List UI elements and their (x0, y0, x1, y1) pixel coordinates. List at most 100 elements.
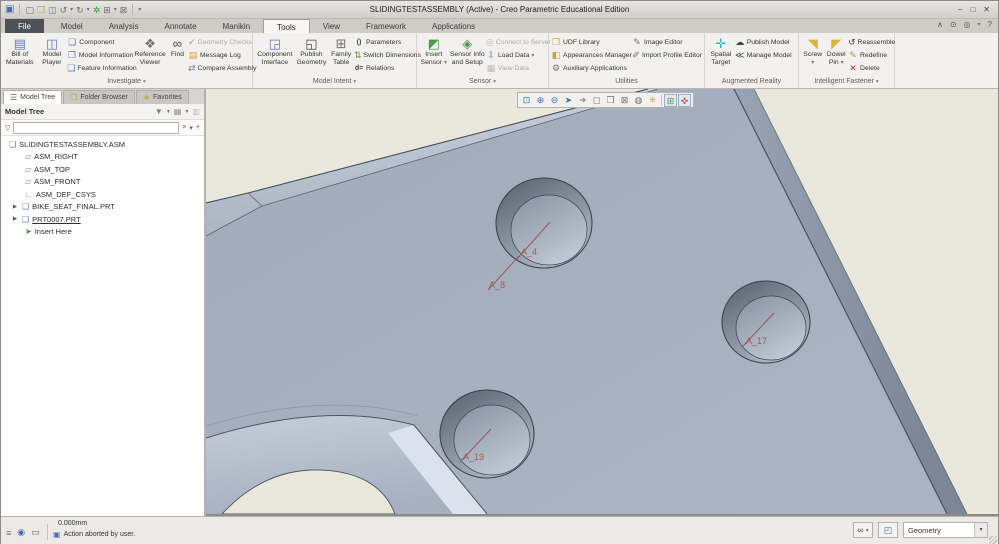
save-icon[interactable]: ◫ (48, 4, 57, 16)
tree-item-asm-def-csys[interactable]: ∟ ASM_DEF_CSYS (1, 188, 204, 201)
tree-search-input[interactable] (13, 121, 180, 134)
cad-scene[interactable]: A_4 A_8 A_17 A_19 (205, 88, 998, 515)
delete-button[interactable]: ✕ Delete (848, 62, 892, 75)
tab-folder-browser[interactable]: ❒ Folder Browser (63, 90, 135, 104)
view-tree-icon[interactable]: ⊞ (664, 93, 677, 107)
compare-assembly-button[interactable]: ⇄ Compare Assembly (188, 62, 256, 75)
collapse-ribbon-icon[interactable]: ∧ (937, 20, 943, 29)
repaint-icon[interactable]: ➤ (562, 94, 575, 107)
qat-overflow-icon[interactable]: ▾ (138, 6, 141, 13)
tab-annotate[interactable]: Annotate (151, 19, 209, 33)
undo-dropdown-icon[interactable]: ▾ (70, 6, 73, 13)
image-editor-button[interactable]: ✎ Image Editor (632, 36, 702, 49)
reference-viewer-button[interactable]: ❖ Reference Viewer (133, 35, 167, 68)
search-model-button[interactable]: ∞ ▾ (853, 522, 873, 538)
sensor-info-button[interactable]: ◈ Sensor Info and Setup (449, 35, 486, 68)
tab-framework[interactable]: Framework (353, 19, 419, 33)
search-options-dropdown-icon[interactable]: ▾ (189, 124, 193, 132)
capture-icon[interactable]: ⊠ (618, 94, 631, 107)
spatial-target-button[interactable]: ✛ Spatial Target (707, 35, 735, 68)
manage-model-button[interactable]: ≪ Manage Model (735, 49, 796, 62)
tab-favorites[interactable]: ★ Favorites (135, 90, 189, 104)
3d-viewport[interactable]: A_4 A_8 A_17 A_19 ⊡ ⊕ ⊖ ➤ ➜ ◻ ❒ ⊠ ◍ ✳ ⊞ (205, 88, 998, 516)
filter-dropdown-arrow-icon[interactable]: ▾ (974, 523, 987, 537)
publish-model-button[interactable]: ☁ Publish Model (735, 36, 796, 49)
funnel-icon[interactable]: ▽ (5, 124, 10, 132)
expand-arrow-icon[interactable]: ▶ (11, 204, 19, 210)
bill-of-materials-button[interactable]: ▤ Bill of Materials (3, 35, 37, 68)
zoom-out-icon[interactable]: ⊖ (548, 94, 561, 107)
message-log-button[interactable]: ▤ Message Log (188, 49, 250, 62)
redo-dropdown-icon[interactable]: ▾ (87, 6, 90, 13)
saved-orientations-icon[interactable]: ❒ (604, 94, 617, 107)
tab-tools[interactable]: Tools (263, 19, 310, 33)
dowel-pin-button[interactable]: ◤ Dowel Pin ▾ (825, 35, 849, 68)
zoom-in-icon[interactable]: ⊕ (534, 94, 547, 107)
search-icon[interactable]: ⊙ (950, 20, 957, 29)
group-label-utilities[interactable]: Utilities (549, 76, 704, 88)
redefine-button[interactable]: ✎ Redefine (848, 49, 892, 62)
import-profile-editor-button[interactable]: ✐ Import Profile Editor (632, 49, 702, 62)
select-box-button[interactable]: ◰ (878, 522, 898, 538)
group-label-investigate[interactable]: Investigate ▾ (1, 76, 252, 88)
udf-library-button[interactable]: ❒ UDF Library (551, 36, 632, 49)
hole-a19[interactable] (439, 389, 535, 479)
tab-view[interactable]: View (310, 19, 353, 33)
window-switch-icon[interactable]: ⊞ (103, 4, 111, 16)
toggle-model-tree-icon[interactable]: ≡ (6, 528, 11, 538)
screw-button[interactable]: ◥ Screw ▾ (801, 35, 825, 68)
toggle-browser-icon[interactable]: ◉ (17, 527, 25, 538)
display-style-icon[interactable]: ◻ (590, 94, 603, 107)
tree-settings-dropdown-icon[interactable]: ▾ (185, 108, 188, 115)
component-interface-button[interactable]: ◲ Component Interface (255, 35, 295, 68)
refit-icon[interactable]: ⊡ (520, 94, 533, 107)
find-button[interactable]: ∞ Find (167, 35, 188, 60)
tab-file[interactable]: File (5, 19, 44, 33)
tree-item-prt0007[interactable]: ▶ ❑ PRT0007.PRT (1, 213, 204, 226)
appearances-manager-button[interactable]: ◧ Appearances Manager (551, 49, 632, 62)
minimize-button[interactable]: – (958, 5, 962, 14)
new-file-icon[interactable]: ▢ (25, 4, 34, 16)
tab-applications[interactable]: Applications (419, 19, 488, 33)
reassemble-button[interactable]: ↺ Reassemble (848, 36, 895, 49)
relations-button[interactable]: d= Relations (354, 62, 414, 75)
tab-analysis[interactable]: Analysis (96, 19, 152, 33)
spin-center-icon[interactable]: ✜ (678, 93, 691, 107)
component-button[interactable]: ❏ Component (67, 36, 133, 49)
search-dropdown-icon[interactable]: ▾ (978, 21, 981, 28)
tree-filters-icon[interactable]: ▼ (155, 107, 163, 116)
toggle-panel-icon[interactable]: ▭ (31, 527, 40, 538)
tree-item-asm-top[interactable]: ▱ ASM_TOP (1, 163, 204, 176)
hole-a4[interactable] (495, 177, 593, 269)
command-search-icon[interactable]: ◎ (964, 20, 971, 29)
family-table-button[interactable]: ⊞ Family Table (328, 35, 354, 68)
group-label-model-intent[interactable]: Model Intent ▾ (253, 76, 416, 88)
help-icon[interactable]: ? (988, 20, 992, 29)
feature-information-button[interactable]: ❑ Feature Information (67, 62, 136, 75)
close-window-icon[interactable]: ⊠ (120, 4, 128, 16)
window-dropdown-icon[interactable]: ▾ (114, 6, 117, 13)
close-button[interactable]: ✕ (983, 5, 990, 14)
group-label-augmented-reality[interactable]: Augmented Reality (705, 76, 798, 88)
tree-item-insert-here[interactable]: ➤ Insert Here (1, 226, 204, 239)
regenerate-icon[interactable]: ✲ (93, 4, 101, 16)
switch-dimensions-button[interactable]: ⇅ Switch Dimensions (354, 49, 421, 62)
tree-item-asm-right[interactable]: ▱ ASM_RIGHT (1, 151, 204, 164)
group-label-sensor[interactable]: Sensor ▾ (417, 76, 548, 88)
open-file-icon[interactable]: ❒ (37, 4, 45, 16)
publish-geometry-button[interactable]: ◱ Publish Geometry (295, 35, 329, 68)
tree-item-assembly[interactable]: ❑ SLIDINGTESTASSEMBLY.ASM (1, 138, 204, 151)
model-player-button[interactable]: ◫ Model Player (37, 35, 68, 68)
insert-sensor-button[interactable]: ◩ Insert Sensor ▾ (419, 35, 449, 68)
tab-manikin[interactable]: Manikin (210, 19, 264, 33)
clear-search-icon[interactable]: × (182, 124, 186, 131)
datum-display-icon[interactable]: ✳ (646, 94, 659, 107)
redo-icon[interactable]: ↻ (76, 4, 84, 16)
tab-model-tree[interactable]: ☰ Model Tree (3, 90, 63, 104)
tree-settings-icon[interactable]: ▤ (174, 107, 182, 116)
auxiliary-applications-button[interactable]: ⚙ Auxiliary Applications (551, 62, 632, 75)
maximize-button[interactable]: □ (970, 5, 975, 14)
shading-icon[interactable]: ➜ (576, 94, 589, 107)
resize-grip[interactable] (989, 536, 997, 544)
tree-item-asm-front[interactable]: ▱ ASM_FRONT (1, 176, 204, 189)
